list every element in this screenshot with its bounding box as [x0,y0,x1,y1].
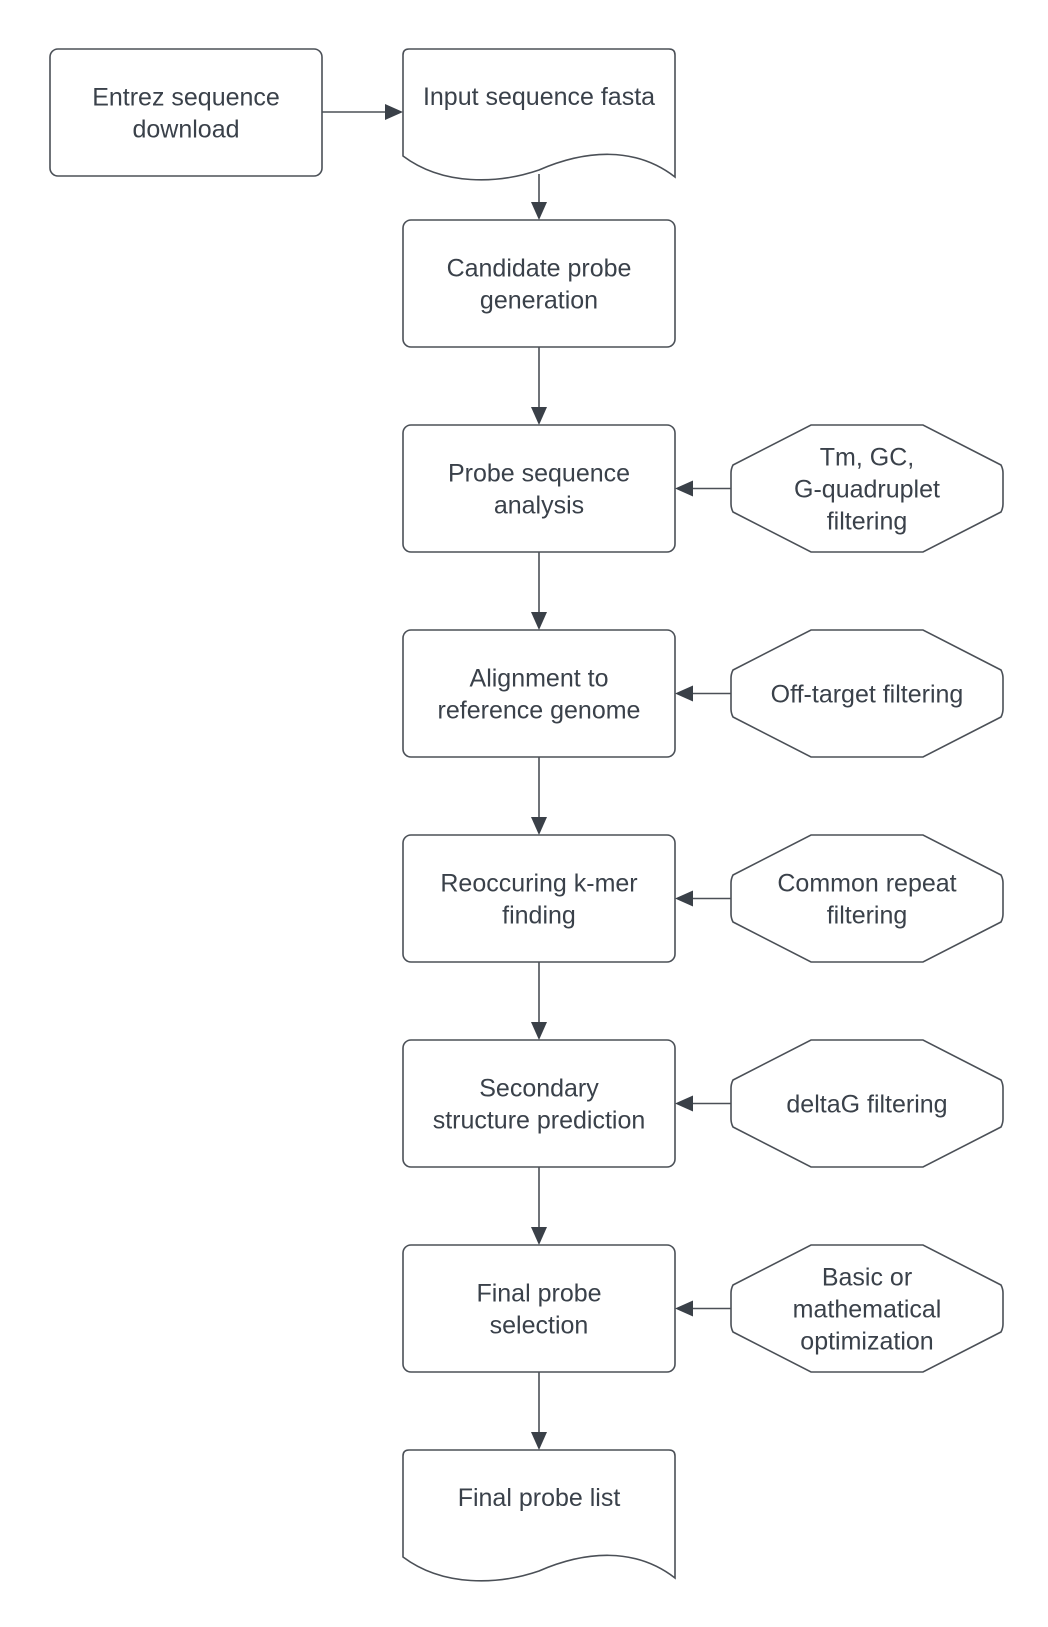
nodes-layer: Entrez sequence download Input sequence fa… [49,48,1004,1582]
arrowhead-icon [675,480,693,497]
edge-entrez-to-input [322,104,403,120]
edge-alignment-to-kmer [531,757,547,835]
node-label-line: Input sequence fasta [423,83,655,111]
edge-selection-to-final-list [531,1372,547,1450]
node-label-line: selection [490,1312,589,1340]
node-label-line: Entrez sequence [92,84,280,112]
arrowhead-icon [675,890,693,907]
process-box [402,834,676,963]
node-input: Input sequence fasta [402,48,676,181]
node-alignment: Alignment to reference genome [402,629,676,758]
node-label-line: Alignment to [470,665,609,693]
node-label-line: filtering [827,508,908,536]
node-label-line: Off-target filtering [771,681,964,709]
arrowhead-icon [385,104,403,120]
node-label-line: G-quadruplet [794,476,940,504]
node-deltag: deltaG filtering [730,1039,1004,1168]
node-label-line: generation [480,287,598,315]
node-kmer: Reoccuring k-mer finding [402,834,676,963]
node-label-line: finding [502,902,576,930]
edge-tm-gc-to-analysis [675,480,731,497]
node-label-line: optimization [800,1328,933,1356]
process-box [49,48,323,177]
arrowhead-icon [531,407,547,425]
node-entrez: Entrez sequence download [49,48,323,177]
edge-kmer-to-secondary [531,962,547,1040]
node-final-list: Final probe list [402,1449,676,1582]
arrowhead-icon [531,612,547,630]
node-label-line: structure prediction [433,1107,646,1135]
node-selection: Final probe selection [402,1244,676,1373]
node-offtarget: Off-target filtering [730,629,1004,758]
node-label-line: filtering [827,902,908,930]
node-tm-gc: Tm, GC, G-quadruplet filtering [730,424,1004,553]
flowchart-canvas: Entrez sequence download Input sequence fa… [49,48,1004,1582]
process-box [402,1039,676,1168]
edge-optimization-to-selection [675,1300,731,1317]
node-label-line: download [132,116,239,144]
document-shape [402,48,676,181]
node-label-line: Reoccuring k-mer [440,870,637,898]
arrowhead-icon [531,817,547,835]
process-box [402,424,676,553]
edge-secondary-to-selection [531,1167,547,1245]
edge-analysis-to-alignment [531,552,547,630]
node-label-line: deltaG filtering [786,1091,947,1119]
process-box [402,1244,676,1373]
arrowhead-icon [531,202,547,220]
node-label-line: Final probe list [458,1484,621,1512]
node-label-line: Candidate probe [447,255,632,283]
edge-deltag-to-secondary [675,1095,731,1112]
node-label-line: Probe sequence [448,460,630,488]
node-label-line: Tm, GC, [820,444,914,472]
node-candidate: Candidate probe generation [402,219,676,348]
node-label-line: Final probe [476,1280,601,1308]
node-repeat: Common repeat filtering [730,834,1004,963]
arrowhead-icon [531,1432,547,1450]
arrowhead-icon [675,1095,693,1112]
edge-input-to-candidate [531,174,547,220]
edge-repeat-to-kmer [675,890,731,907]
node-label-line: reference genome [438,697,641,725]
edge-candidate-to-analysis [531,347,547,425]
node-optimization: Basic or mathematical optimization [730,1244,1004,1373]
node-label-line: Common repeat [777,870,956,898]
arrowhead-icon [675,685,693,702]
arrowhead-icon [531,1022,547,1040]
node-label-line: mathematical [793,1296,942,1324]
node-secondary: Secondary structure prediction [402,1039,676,1168]
process-box [402,629,676,758]
node-label-line: analysis [494,492,584,520]
document-shape [402,1449,676,1582]
arrowhead-icon [531,1227,547,1245]
arrowhead-icon [675,1300,693,1317]
node-analysis: Probe sequence analysis [402,424,676,553]
node-label-line: Secondary [479,1075,599,1103]
edge-offtarget-to-alignment [675,685,731,702]
node-label-line: Basic or [822,1264,912,1292]
filter-octagon [730,834,1004,963]
process-box [402,219,676,348]
